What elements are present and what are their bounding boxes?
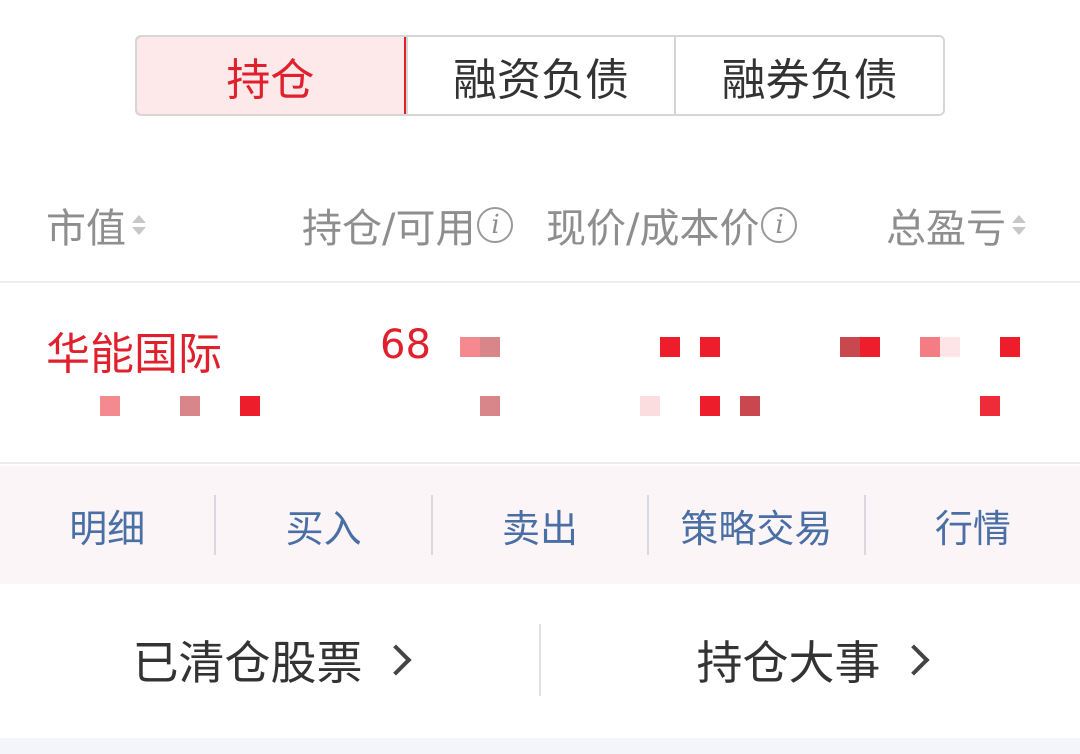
strategy-trade-button[interactable]: 策略交易 xyxy=(647,495,863,555)
holdings-header: 市值 持仓/可用 i 现价/成本价 i 总盈亏 xyxy=(0,190,1080,260)
tab-holdings[interactable]: 持仓 xyxy=(137,37,406,114)
quote-button[interactable]: 行情 xyxy=(863,495,1080,555)
cleared-stocks-label: 已清仓股票 xyxy=(132,636,363,690)
sell-button[interactable]: 卖出 xyxy=(430,495,647,555)
tab-margin-debt[interactable]: 融资负债 xyxy=(405,37,675,114)
price-cost-header: 现价/成本价 i xyxy=(546,190,798,260)
footer-strip xyxy=(0,738,1080,754)
sort-icon xyxy=(1012,215,1026,235)
market-value-header[interactable]: 市值 xyxy=(46,190,146,260)
market-value-label: 市值 xyxy=(46,206,126,252)
tab-short-debt[interactable]: 融券负债 xyxy=(674,37,943,114)
info-icon[interactable]: i xyxy=(477,207,514,243)
total-pnl-header[interactable]: 总盈亏 xyxy=(886,190,1026,260)
buy-button[interactable]: 买入 xyxy=(214,495,430,555)
position-quantity: 68 xyxy=(380,322,431,368)
detail-button[interactable]: 明细 xyxy=(0,495,214,555)
info-icon[interactable]: i xyxy=(761,207,798,243)
stock-name: 华能国际 xyxy=(46,329,222,380)
holding-events-label: 持仓大事 xyxy=(696,636,881,690)
bottom-links: 已清仓股票 持仓大事 xyxy=(0,600,1080,720)
chevron-right-icon xyxy=(897,644,930,676)
position-available-label: 持仓/可用 xyxy=(302,206,476,252)
divider xyxy=(0,281,1080,283)
position-tabs: 持仓 融资负债 融券负债 xyxy=(135,35,945,116)
total-pnl-label: 总盈亏 xyxy=(886,206,1006,252)
divider xyxy=(0,462,1080,464)
holding-actions: 明细 买入 卖出 策略交易 行情 xyxy=(0,466,1080,584)
price-cost-label: 现价/成本价 xyxy=(546,206,760,252)
holding-events-link[interactable]: 持仓大事 xyxy=(539,624,1080,696)
chevron-right-icon xyxy=(379,644,412,676)
sort-icon xyxy=(132,215,146,235)
position-available-header: 持仓/可用 i xyxy=(302,190,514,260)
cleared-stocks-link[interactable]: 已清仓股票 xyxy=(0,624,539,696)
